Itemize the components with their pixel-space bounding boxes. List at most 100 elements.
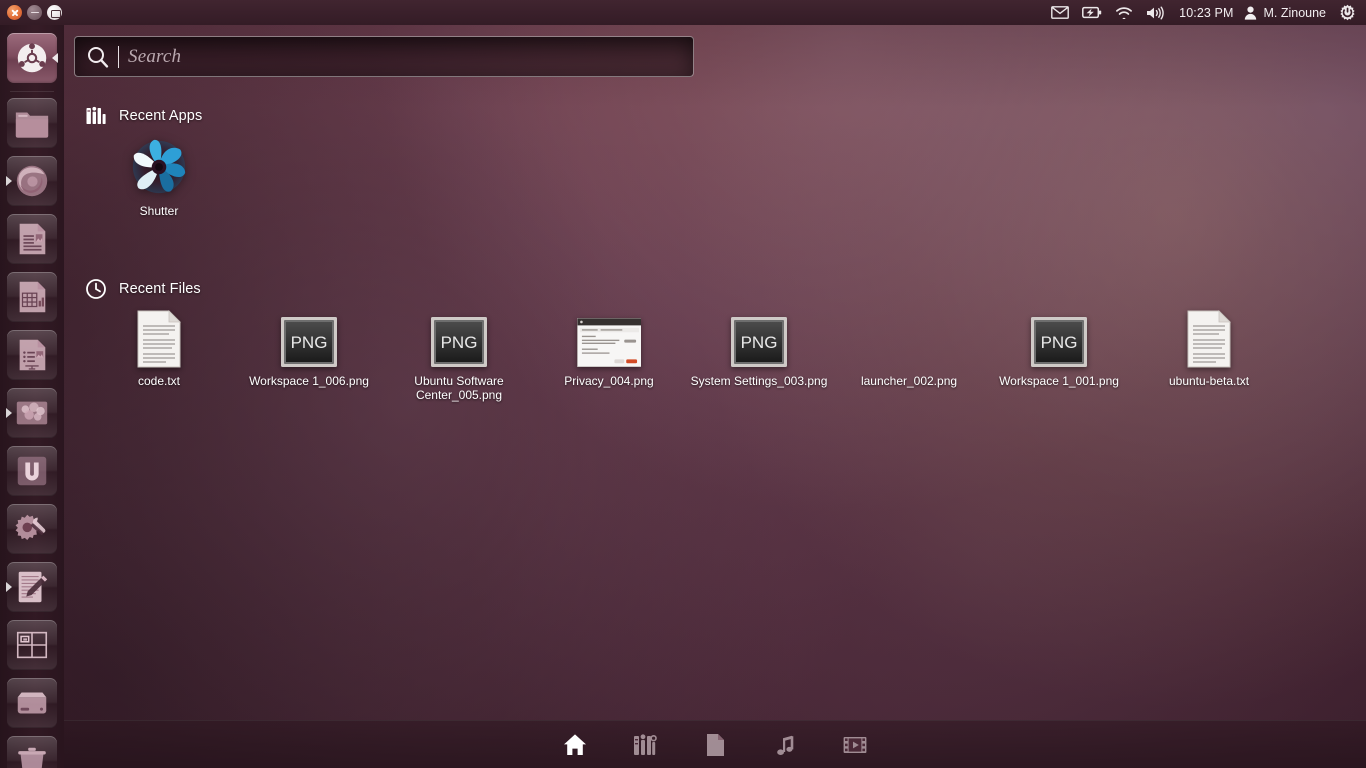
writer-icon: [13, 220, 51, 258]
result-label: code.txt: [137, 374, 181, 388]
applications-icon: [632, 732, 658, 758]
text-document-icon: [135, 310, 183, 368]
minimize-icon[interactable]: [27, 5, 42, 20]
sidebar-item-libreoffice-writer[interactable]: [7, 214, 57, 264]
running-indicator-left: [6, 176, 12, 186]
sidebar-item-system-settings[interactable]: [7, 504, 57, 554]
applications-icon: [85, 105, 107, 127]
result-tile-privacy-004-png[interactable]: Privacy_004.png: [534, 308, 684, 389]
running-indicator-left: [6, 582, 12, 592]
sidebar-item-files-nautilus[interactable]: [7, 98, 57, 148]
maximize-icon[interactable]: [47, 5, 62, 20]
result-label: Workspace 1_006.png: [249, 374, 369, 388]
screenshot-thumbnail-icon: [576, 318, 642, 368]
result-label: ubuntu-beta.txt: [1168, 374, 1250, 388]
notepad-pencil-icon: [13, 568, 51, 606]
result-label: Workspace 1_001.png: [999, 374, 1119, 388]
sidebar-item-photo-gallery[interactable]: [6, 388, 57, 438]
sidebar-item-ubuntu-bfb[interactable]: [7, 33, 58, 83]
sidebar-item-trash[interactable]: [7, 736, 57, 768]
sidebar-item-libreoffice-impress[interactable]: [7, 330, 57, 380]
search-input[interactable]: Search: [74, 36, 694, 77]
clock[interactable]: 10:23 PM: [1179, 6, 1233, 20]
result-tile-launcher-002-png[interactable]: launcher_002.png: [834, 308, 984, 389]
trash-icon: [13, 742, 51, 768]
home-icon: [562, 732, 588, 758]
file-icon: [702, 732, 728, 758]
text-caret: [118, 45, 119, 68]
calc-icon: [13, 278, 51, 316]
search-placeholder: Search: [128, 45, 182, 67]
sidebar-item-libreoffice-calc[interactable]: [7, 272, 57, 322]
png-thumbnail-icon: PNG: [1030, 316, 1088, 368]
sidebar-item-disk-device[interactable]: [7, 678, 57, 728]
recent-apps-grid: Shutter: [84, 138, 234, 219]
sidebar-item-workspace-switcher[interactable]: [7, 620, 57, 670]
png-thumbnail-icon: PNG: [430, 316, 488, 368]
missing-thumbnail: [880, 316, 938, 368]
envelope-icon[interactable]: [1051, 6, 1070, 19]
gear-power-icon[interactable]: [1339, 4, 1356, 21]
result-label: launcher_002.png: [860, 374, 958, 388]
music-note-icon: [772, 732, 798, 758]
result-tile-workspace-1-001-png[interactable]: PNG Workspace 1_001.png: [984, 308, 1134, 389]
lens-home[interactable]: [560, 730, 590, 760]
lens-bar: [64, 720, 1366, 768]
workspaces-icon: [13, 626, 51, 664]
png-thumbnail-icon: PNG: [730, 316, 788, 368]
top-panel: 10:23 PM M. Zinoune: [0, 0, 1366, 25]
software-u-icon: [13, 452, 51, 490]
ubuntu-logo-icon: [13, 39, 51, 77]
result-label: Ubuntu Software Center_005.png: [414, 374, 504, 402]
svg-text:PNG: PNG: [441, 333, 478, 352]
text-document-icon: [1185, 310, 1233, 368]
result-tile-ubuntu-software-center-005-png[interactable]: PNG Ubuntu Software Center_005.png: [384, 308, 534, 402]
clock-icon: [85, 278, 107, 300]
category-title: Recent Apps: [119, 108, 203, 124]
photos-icon: [13, 394, 51, 432]
search-icon: [86, 45, 110, 69]
wifi-icon[interactable]: [1115, 6, 1133, 19]
user-menu[interactable]: M. Zinoune: [1244, 6, 1326, 20]
firefox-icon: [13, 162, 51, 200]
lens-files[interactable]: [700, 730, 730, 760]
category-header-recent-files[interactable]: Recent Files: [85, 278, 201, 300]
volume-icon[interactable]: [1146, 6, 1166, 20]
hard-drive-icon: [13, 684, 51, 722]
sidebar-item-ubuntu-software-center[interactable]: [7, 446, 57, 496]
impress-icon: [13, 336, 51, 374]
category-header-recent-apps[interactable]: Recent Apps: [85, 105, 202, 127]
running-indicator-right: [52, 53, 58, 63]
sidebar-item-text-editor[interactable]: [6, 562, 57, 612]
sidebar-item-firefox[interactable]: [6, 156, 57, 206]
category-title: Recent Files: [119, 281, 201, 297]
lens-applications[interactable]: [630, 730, 660, 760]
close-icon[interactable]: [7, 5, 22, 20]
svg-text:PNG: PNG: [291, 333, 328, 352]
result-label: System Settings_003.png: [690, 374, 828, 388]
launcher-separator: [10, 91, 54, 92]
video-film-icon: [842, 732, 868, 758]
result-label: Shutter: [139, 204, 179, 218]
result-tile-shutter[interactable]: Shutter: [84, 138, 234, 219]
unity-launcher: [0, 25, 64, 768]
battery-charging-icon[interactable]: [1082, 6, 1102, 19]
svg-text:PNG: PNG: [1041, 333, 1078, 352]
running-indicator-left: [6, 408, 12, 418]
svg-text:PNG: PNG: [741, 333, 778, 352]
result-tile-system-settings-003-png[interactable]: PNG System Settings_003.png: [684, 308, 834, 389]
window-controls: [0, 5, 62, 20]
png-thumbnail-icon: PNG: [280, 316, 338, 368]
folder-icon: [13, 104, 51, 142]
result-tile-code-txt[interactable]: code.txt: [84, 308, 234, 389]
result-label: Privacy_004.png: [564, 374, 654, 388]
lens-video[interactable]: [840, 730, 870, 760]
result-tile-ubuntu-beta-txt[interactable]: ubuntu-beta.txt: [1134, 308, 1284, 389]
gear-wrench-icon: [13, 510, 51, 548]
indicator-area: 10:23 PM M. Zinoune: [1051, 4, 1366, 21]
result-tile-workspace-1-006-png[interactable]: PNG Workspace 1_006.png: [234, 308, 384, 389]
user-name: M. Zinoune: [1263, 5, 1326, 20]
user-avatar-icon: [1244, 6, 1257, 20]
lens-music[interactable]: [770, 730, 800, 760]
shutter-aperture-icon: [128, 136, 190, 198]
